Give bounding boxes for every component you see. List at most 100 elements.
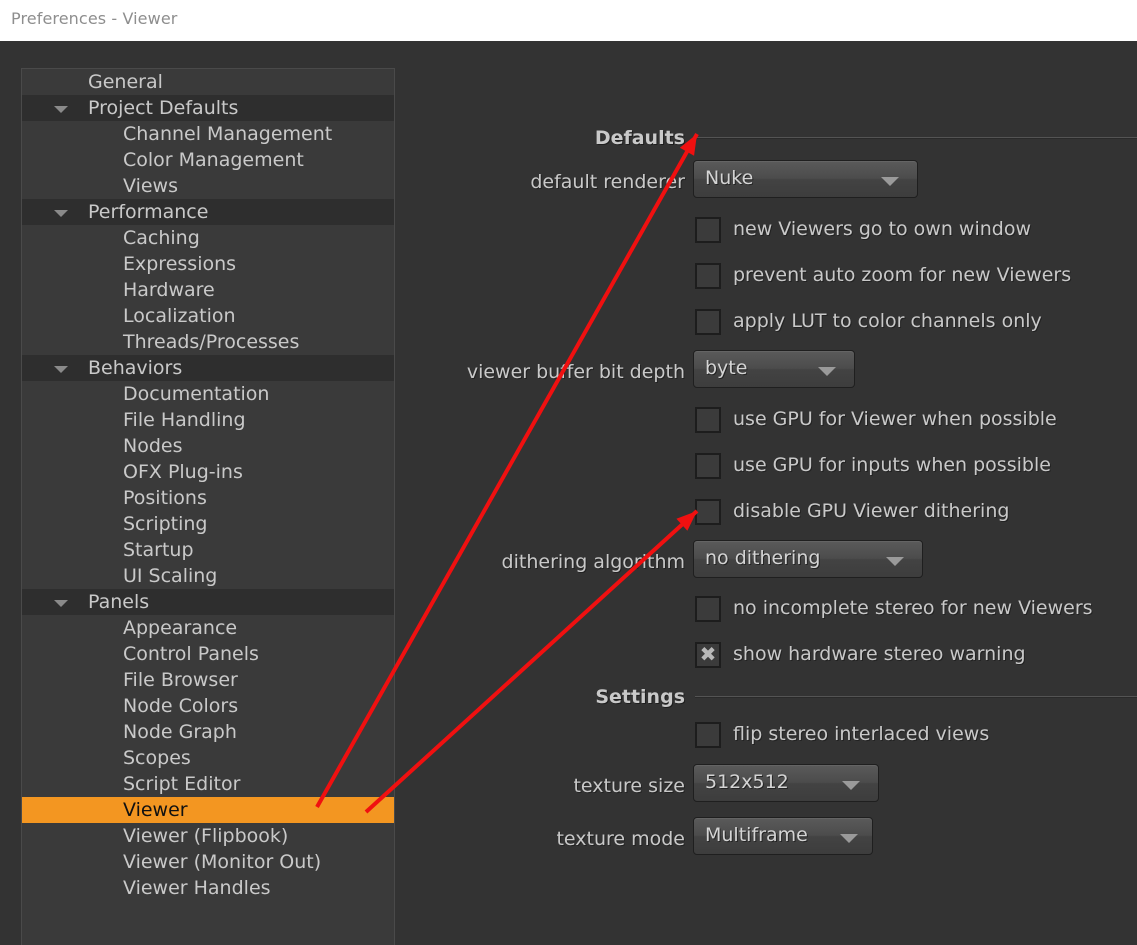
disable-gpu-dithering-row[interactable]: disable GPU Viewer dithering [695,499,1137,527]
sidebar-item-localization[interactable]: Localization [22,303,394,329]
sidebar-item-positions[interactable]: Positions [22,485,394,511]
sidebar-item-label: Viewer (Monitor Out) [123,851,322,873]
show-hw-stereo-warning-checkbox[interactable]: ✖ [695,642,721,668]
sidebar-item-label: Control Panels [123,643,259,665]
sidebar-item-panels[interactable]: Panels [22,589,394,615]
sidebar-item-viewer-handles[interactable]: Viewer Handles [22,875,394,901]
chevron-down-icon[interactable] [54,106,68,113]
chevron-down-icon[interactable] [54,210,68,217]
flip-stereo-interlaced-label: flip stereo interlaced views [733,723,990,745]
use-gpu-viewer-checkbox[interactable] [695,407,721,433]
sidebar-item-label: OFX Plug-ins [123,461,243,483]
sidebar-item-caching[interactable]: Caching [22,225,394,251]
sidebar-item-label: Viewer (Flipbook) [123,825,289,847]
no-incomplete-stereo-row[interactable]: no incomplete stereo for new Viewers [695,596,1137,624]
viewer-buffer-bit-depth-label: viewer buffer bit depth [466,361,685,383]
dithering-algorithm-dropdown[interactable]: no dithering [693,540,923,578]
texture-mode-dropdown[interactable]: Multiframe [693,817,873,855]
sidebar-item-general[interactable]: General [22,69,394,95]
sidebar-item-startup[interactable]: Startup [22,537,394,563]
sidebar-item-label: Appearance [123,617,238,639]
new-viewers-own-window-row[interactable]: new Viewers go to own window [695,217,1137,245]
sidebar-item-script-editor[interactable]: Script Editor [22,771,394,797]
sidebar-item-views[interactable]: Views [22,173,394,199]
viewer-buffer-bit-depth-dropdown[interactable]: byte [693,350,855,388]
sidebar-item-viewer-monitor-out[interactable]: Viewer (Monitor Out) [22,849,394,875]
sidebar-item-threads-processes[interactable]: Threads/Processes [22,329,394,355]
new-viewers-own-window-label: new Viewers go to own window [733,218,1032,240]
sidebar-item-label: File Browser [123,669,238,691]
sidebar-item-file-browser[interactable]: File Browser [22,667,394,693]
sidebar-item-file-handling[interactable]: File Handling [22,407,394,433]
no-incomplete-stereo-checkbox[interactable] [695,596,721,622]
texture-mode-label: texture mode [556,828,685,850]
show-hw-stereo-warning-row[interactable]: ✖ show hardware stereo warning [695,642,1137,670]
sidebar-item-label: Behaviors [88,357,183,379]
flip-stereo-interlaced-row[interactable]: flip stereo interlaced views [695,722,1137,750]
apply-lut-color-only-checkbox[interactable] [695,309,721,335]
sidebar-item-label: Expressions [123,253,237,275]
sidebar-item-hardware[interactable]: Hardware [22,277,394,303]
dithering-algorithm-value: no dithering [705,547,821,569]
chevron-down-icon [881,177,899,186]
sidebar-item-behaviors[interactable]: Behaviors [22,355,394,381]
sidebar-item-control-panels[interactable]: Control Panels [22,641,394,667]
texture-size-dropdown[interactable]: 512x512 [693,764,879,802]
sidebar-item-node-graph[interactable]: Node Graph [22,719,394,745]
use-gpu-inputs-row[interactable]: use GPU for inputs when possible [695,453,1137,481]
default-renderer-value: Nuke [705,167,754,189]
disable-gpu-dithering-checkbox[interactable] [695,499,721,525]
texture-size-label: texture size [573,775,685,797]
sidebar-item-channel-management[interactable]: Channel Management [22,121,394,147]
sidebar-item-ofx-plug-ins[interactable]: OFX Plug-ins [22,459,394,485]
sidebar-item-viewer-flipbook[interactable]: Viewer (Flipbook) [22,823,394,849]
chevron-down-icon[interactable] [54,366,68,373]
sidebar-item-label: Nodes [123,435,183,457]
sidebar-item-label: Scripting [123,513,208,535]
dithering-algorithm-label: dithering algorithm [501,551,685,573]
flip-stereo-interlaced-checkbox[interactable] [695,722,721,748]
sidebar-item-project-defaults[interactable]: Project Defaults [22,95,394,121]
viewer-buffer-bit-depth-value: byte [705,357,748,379]
texture-mode-value: Multiframe [705,824,808,846]
use-gpu-inputs-checkbox[interactable] [695,453,721,479]
sidebar-item-label: Documentation [123,383,270,405]
use-gpu-viewer-row[interactable]: use GPU for Viewer when possible [695,407,1137,435]
chevron-down-icon [886,557,904,566]
sidebar-item-color-management[interactable]: Color Management [22,147,394,173]
sidebar-item-label: Viewer Handles [123,877,271,899]
sidebar-item-node-colors[interactable]: Node Colors [22,693,394,719]
defaults-section-header: Defaults [400,127,685,149]
chevron-down-icon [842,781,860,790]
defaults-section-title: Defaults [594,127,685,149]
sidebar-item-performance[interactable]: Performance [22,199,394,225]
sidebar-item-label: Viewer [123,799,188,821]
sidebar-item-scopes[interactable]: Scopes [22,745,394,771]
sidebar-item-label: Color Management [123,149,304,171]
sidebar-item-label: Panels [88,591,150,613]
new-viewers-own-window-checkbox[interactable] [695,217,721,243]
sidebar-item-documentation[interactable]: Documentation [22,381,394,407]
chevron-down-icon [840,834,858,843]
sidebar-item-nodes[interactable]: Nodes [22,433,394,459]
sidebar-item-viewer[interactable]: Viewer [22,797,394,823]
prevent-auto-zoom-checkbox[interactable] [695,263,721,289]
chevron-down-icon [818,367,836,376]
default-renderer-dropdown[interactable]: Nuke [693,160,918,198]
sidebar-item-appearance[interactable]: Appearance [22,615,394,641]
chevron-down-icon[interactable] [54,600,68,607]
preferences-category-tree[interactable]: General Project Defaults Channel Managemen… [21,68,395,945]
settings-section-title: Settings [595,686,685,708]
sidebar-item-label: Channel Management [123,123,333,145]
sidebar-item-label: Performance [88,201,209,223]
sidebar-item-scripting[interactable]: Scripting [22,511,394,537]
window-titlebar: Preferences - Viewer [0,0,1137,41]
prevent-auto-zoom-row[interactable]: prevent auto zoom for new Viewers [695,263,1137,291]
checkmark-icon: ✖ [699,642,717,666]
apply-lut-color-only-row[interactable]: apply LUT to color channels only [695,309,1137,337]
sidebar-item-expressions[interactable]: Expressions [22,251,394,277]
sidebar-item-label: Hardware [123,279,215,301]
sidebar-item-label: Threads/Processes [123,331,300,353]
default-renderer-label: default renderer [530,171,685,193]
sidebar-item-ui-scaling[interactable]: UI Scaling [22,563,394,589]
